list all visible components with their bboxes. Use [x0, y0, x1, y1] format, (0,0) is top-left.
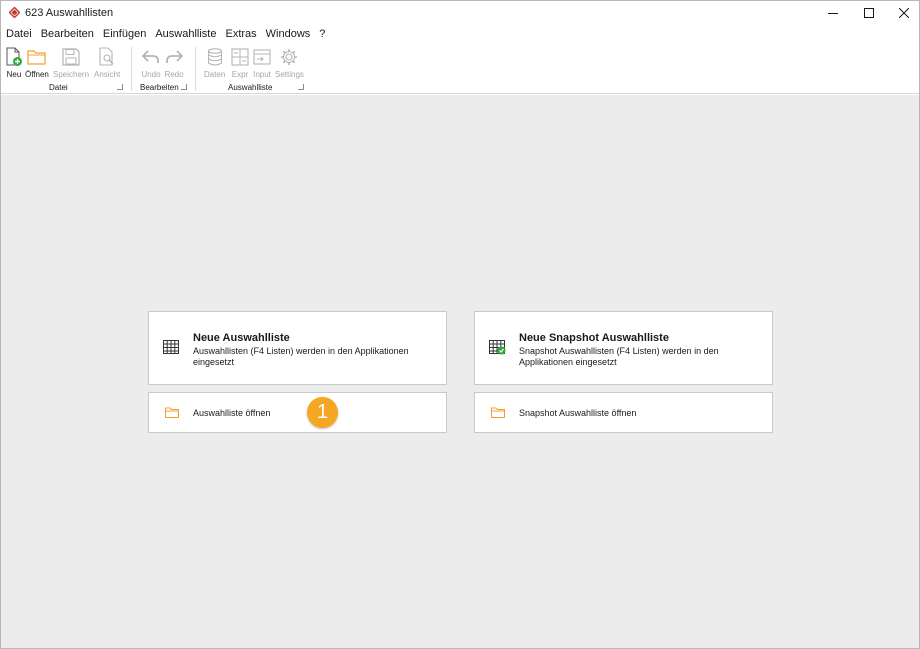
folder-icon [491, 407, 505, 418]
card-description: Snapshot Auswahllisten (F4 Listen) werde… [519, 346, 719, 367]
expr-button[interactable]: Expr [230, 46, 250, 79]
neu-label: Neu [6, 70, 22, 79]
snapshot-grid-icon [489, 340, 506, 355]
new-list-card[interactable]: Neue Auswahlliste Auswahllisten (F4 List… [148, 311, 447, 385]
menu-help[interactable]: ? [319, 28, 325, 40]
speichern-label: Speichern [53, 70, 90, 79]
maximize-button[interactable] [850, 1, 888, 25]
ribbon-toolbar: Neu Öffnen Speichern Ansicht Datei Undo … [1, 43, 919, 94]
save-disk-icon [62, 48, 80, 66]
input-form-icon [253, 49, 271, 65]
menu-bar: Datei Bearbeiten Einfügen Auswahlliste E… [1, 25, 919, 42]
menu-bearbeiten[interactable]: Bearbeiten [41, 28, 94, 40]
input-button[interactable]: Input [252, 46, 272, 79]
open-snapshot-list-card[interactable]: Snapshot Auswahlliste öffnen [474, 392, 773, 433]
menu-windows[interactable]: Windows [266, 28, 311, 40]
client-area [1, 95, 919, 648]
callout-badge: 1 [307, 397, 338, 428]
database-icon [207, 48, 222, 66]
oeffnen-label: Öffnen [25, 70, 49, 79]
undo-label: Undo [141, 70, 161, 79]
open-folder-icon [27, 50, 46, 65]
maximize-icon [864, 8, 874, 18]
card-title: Neue Snapshot Auswahlliste [519, 332, 669, 344]
undo-icon [142, 50, 159, 63]
ansicht-button[interactable]: Ansicht [94, 46, 120, 79]
group-label-datei: Datei [49, 83, 68, 92]
minimize-button[interactable] [814, 1, 852, 25]
folder-icon [165, 407, 179, 418]
redo-button[interactable]: Redo [164, 46, 184, 79]
redo-label: Redo [164, 70, 184, 79]
daten-button[interactable]: Daten [204, 46, 225, 79]
new-document-icon [6, 47, 22, 66]
gear-icon [281, 49, 298, 65]
menu-datei[interactable]: Datei [6, 28, 32, 40]
group-label-auswahlliste: Auswahlliste [228, 83, 273, 92]
daten-label: Daten [204, 70, 226, 79]
grid-table-icon [163, 340, 179, 354]
input-label: Input [253, 70, 271, 79]
app-logo-icon [9, 7, 20, 18]
window-title: 623 Auswahllisten [25, 7, 114, 19]
ansicht-label: Ansicht [94, 70, 121, 79]
settings-button[interactable]: Settings [275, 46, 304, 79]
menu-auswahlliste[interactable]: Auswahlliste [155, 28, 216, 40]
menu-extras[interactable]: Extras [225, 28, 256, 40]
redo-icon [166, 50, 183, 63]
open-list-card[interactable]: Auswahlliste öffnen [148, 392, 447, 433]
card-link-label: Auswahlliste öffnen [193, 408, 271, 418]
undo-button[interactable]: Undo [141, 46, 161, 79]
settings-label: Settings [275, 70, 304, 79]
speichern-button[interactable]: Speichern [53, 46, 89, 79]
minimize-icon [828, 13, 838, 14]
calculator-icon [231, 48, 249, 66]
new-snapshot-list-card[interactable]: Neue Snapshot Auswahlliste Snapshot Ausw… [474, 311, 773, 385]
title-bar: 623 Auswahllisten [1, 1, 919, 25]
close-icon [899, 8, 909, 18]
card-description: Auswahllisten (F4 Listen) werden in den … [193, 346, 409, 367]
app-window: 623 Auswahllisten Datei Bearbeiten Einfü… [0, 0, 920, 649]
ribbon-separator [131, 47, 132, 91]
group-label-bearbeiten: Bearbeiten [140, 83, 179, 92]
close-button[interactable] [885, 1, 919, 25]
auswahlliste-dialog-launcher[interactable] [298, 84, 304, 90]
oeffnen-button[interactable]: Öffnen [25, 46, 49, 79]
datei-dialog-launcher[interactable] [117, 84, 123, 90]
card-link-label: Snapshot Auswahlliste öffnen [519, 408, 637, 418]
menu-einfuegen[interactable]: Einfügen [103, 28, 146, 40]
preview-icon [99, 47, 114, 66]
neu-button[interactable]: Neu [4, 46, 24, 79]
bearbeiten-dialog-launcher[interactable] [181, 84, 187, 90]
card-title: Neue Auswahlliste [193, 332, 290, 344]
ribbon-separator [195, 47, 196, 91]
expr-label: Expr [231, 70, 249, 79]
